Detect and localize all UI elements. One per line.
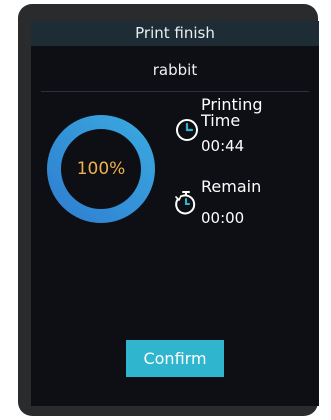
confirm-button[interactable]: Confirm (126, 340, 224, 377)
printing-time-value: 00:44 (201, 137, 245, 155)
remain-label: Remain (201, 177, 262, 196)
divider (41, 91, 309, 92)
clock-icon (176, 119, 198, 141)
file-name: rabbit (152, 61, 198, 79)
printer-device-frame: Print finish rabbit 100% Printing Time 0… (18, 4, 319, 416)
stopwatch-icon (175, 191, 196, 215)
progress-percent: 100% (76, 159, 126, 179)
printing-time-label-line2: Time (201, 111, 241, 130)
remain-value: 00:00 (201, 209, 245, 227)
printer-screen: Print finish rabbit 100% Printing Time 0… (31, 21, 319, 406)
page-title: Print finish (31, 21, 319, 46)
